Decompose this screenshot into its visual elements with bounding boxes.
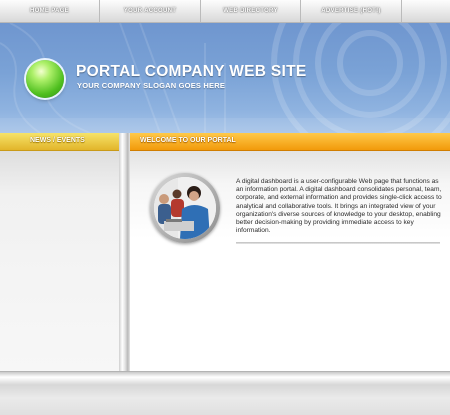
content-divider [236,242,440,244]
site-title: PORTAL COMPANY WEB SITE [76,63,307,80]
news-events-heading: NEWS / EVENTS [30,137,85,144]
site-slogan: YOUR COMPANY SLOGAN GOES HERE [77,81,226,90]
portal-photo-frame [150,173,220,243]
intro-paragraph: A digital dashboard is a user-configurab… [236,178,442,235]
welcome-header: WELCOME TO OUR PORTAL [130,133,450,151]
people-illustration [154,177,216,239]
column-divider [119,133,130,371]
top-navigation: HOME PAGE YOUR ACCOUNT WEB DIRECTORY ADV… [0,0,450,23]
news-events-header: NEWS / EVENTS [0,133,121,151]
nav-advertise[interactable]: ADVERTISE (HOT!) [301,0,402,22]
nav-home-page[interactable]: HOME PAGE [0,0,100,22]
welcome-heading: WELCOME TO OUR PORTAL [140,137,236,144]
sidebar-panel [0,151,119,371]
people-photo [154,177,216,239]
nav-web-directory[interactable]: WEB DIRECTORY [201,0,301,22]
nav-your-account[interactable]: YOUR ACCOUNT [100,0,201,22]
page-footer [0,371,450,415]
site-header: PORTAL COMPANY WEB SITE YOUR COMPANY SLO… [0,23,450,133]
green-orb-logo [26,60,64,98]
